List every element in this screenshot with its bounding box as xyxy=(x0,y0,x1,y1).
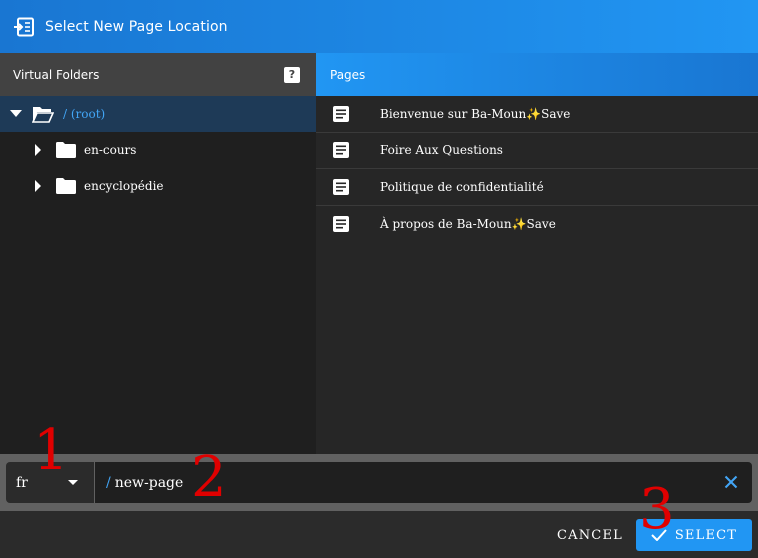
document-icon xyxy=(331,214,351,234)
clear-icon[interactable] xyxy=(722,473,740,491)
path-bar: fr / new-page xyxy=(0,454,758,511)
page-title: Bienvenue sur Ba-Moun✨Save xyxy=(380,106,571,121)
select-button[interactable]: SELECT xyxy=(636,519,752,551)
page-title: À propos de Ba-Moun✨Save xyxy=(380,216,556,231)
dialog-titlebar: Select New Page Location xyxy=(0,0,758,53)
help-icon[interactable]: ? xyxy=(284,66,300,83)
path-prefix: / xyxy=(106,474,111,491)
dialog-title: Select New Page Location xyxy=(45,18,228,35)
caret-down-icon[interactable] xyxy=(8,106,24,122)
select-button-label: SELECT xyxy=(674,527,738,543)
pages-header: Pages xyxy=(316,53,758,96)
folder-icon xyxy=(55,176,77,196)
tree-item-label: encyclopédie xyxy=(84,179,164,193)
page-title: Foire Aux Questions xyxy=(380,143,503,158)
page-item[interactable]: Foire Aux Questions xyxy=(316,133,758,169)
path-input[interactable]: / new-page xyxy=(95,462,752,503)
folder-icon xyxy=(55,140,77,160)
document-icon xyxy=(331,104,351,124)
caret-right-icon[interactable] xyxy=(30,142,46,158)
tree-item-label: en-cours xyxy=(84,143,137,157)
document-icon xyxy=(331,140,351,160)
move-page-icon xyxy=(12,15,36,39)
tree-item-encyclopedie[interactable]: encyclopédie xyxy=(0,168,316,204)
page-item[interactable]: Bienvenue sur Ba-Moun✨Save xyxy=(316,96,758,133)
page-item[interactable]: Politique de confidentialité xyxy=(316,169,758,206)
dialog-actions: CANCEL SELECT xyxy=(0,511,758,558)
page-title: Politique de confidentialité xyxy=(380,179,544,194)
locale-select[interactable]: fr xyxy=(6,462,94,503)
cancel-button[interactable]: CANCEL xyxy=(548,519,632,551)
path-value: new-page xyxy=(114,474,184,491)
folder-open-icon xyxy=(32,104,54,124)
tree-item-label: / (root) xyxy=(63,107,106,121)
locale-value: fr xyxy=(16,474,28,491)
page-item[interactable]: À propos de Ba-Moun✨Save xyxy=(316,206,758,243)
virtual-folders-pane: Virtual Folders ? / (root) en-cours ency… xyxy=(0,53,316,454)
virtual-folders-title: Virtual Folders xyxy=(13,67,100,82)
dropdown-arrow-icon[interactable] xyxy=(68,480,78,485)
caret-right-icon[interactable] xyxy=(30,178,46,194)
document-icon xyxy=(331,177,351,197)
tree-item-root[interactable]: / (root) xyxy=(0,96,316,132)
pages-pane: Pages Bienvenue sur Ba-Moun✨Save Foire A… xyxy=(316,53,758,454)
tree-item-en-cours[interactable]: en-cours xyxy=(0,132,316,168)
virtual-folders-header: Virtual Folders ? xyxy=(0,53,316,96)
check-icon xyxy=(651,529,667,541)
pages-title: Pages xyxy=(330,67,366,82)
